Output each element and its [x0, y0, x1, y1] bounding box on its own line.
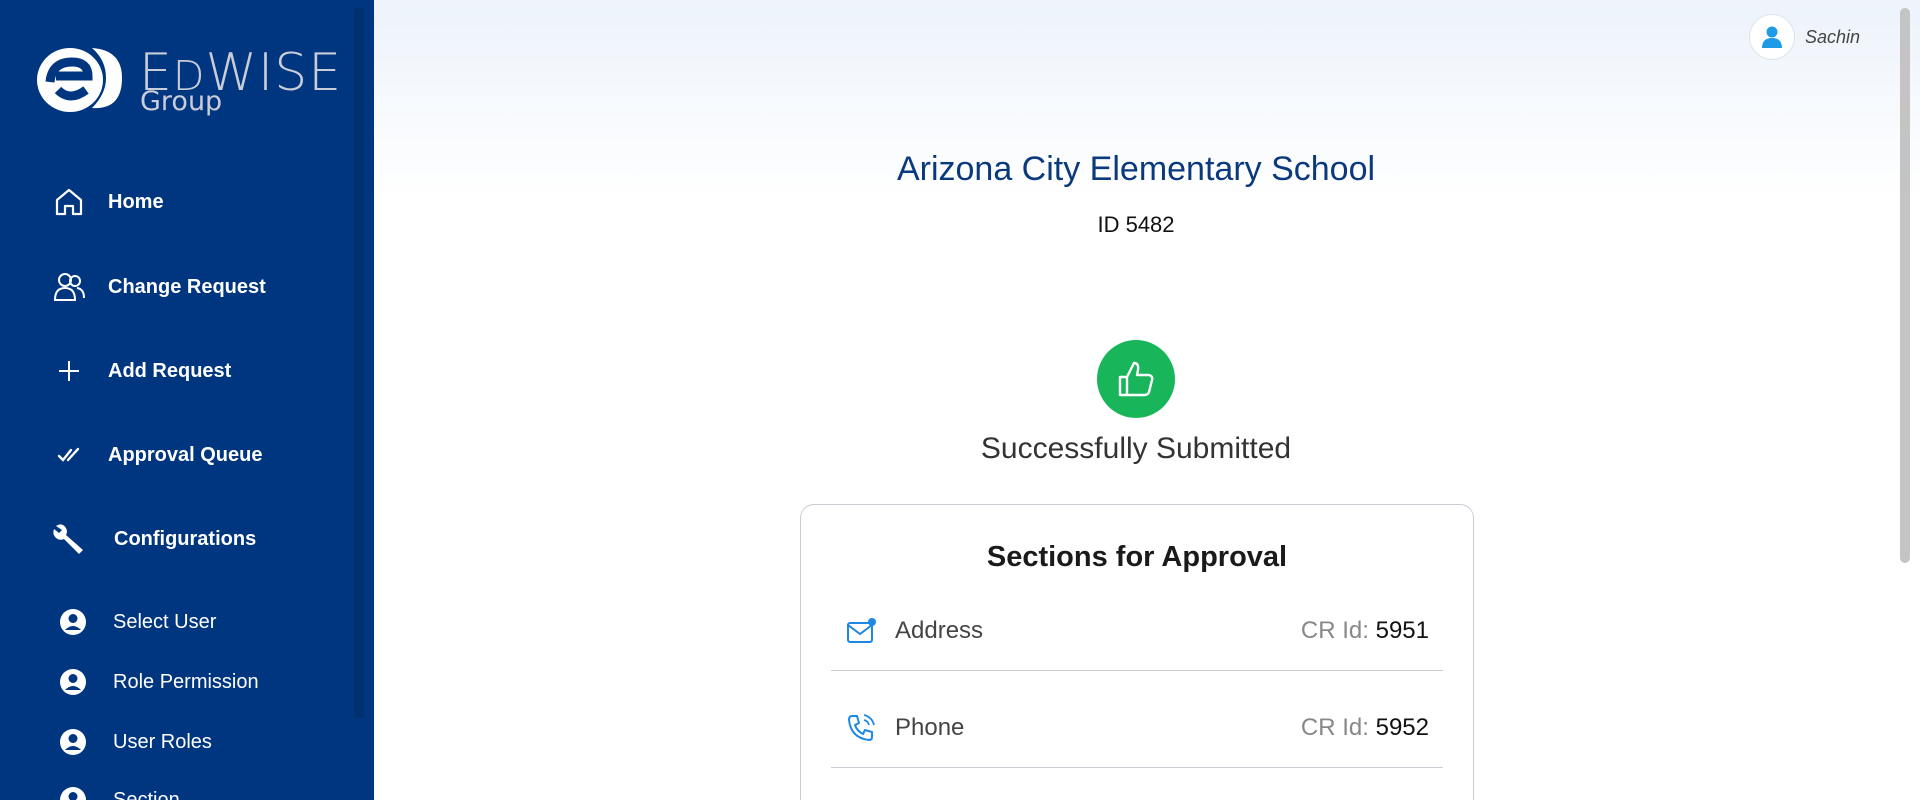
- sidebar-item-label: Change Request: [108, 275, 266, 298]
- sidebar-subitem-section[interactable]: Section: [58, 785, 180, 800]
- sidebar-item-approval-queue[interactable]: Approval Queue: [50, 436, 262, 474]
- user-menu[interactable]: Sachin: [1749, 14, 1860, 60]
- user-name: Sachin: [1805, 26, 1861, 47]
- double-check-icon: [50, 436, 88, 474]
- section-label: Phone: [895, 714, 965, 741]
- divider: [831, 670, 1443, 671]
- account-circle-icon: [58, 785, 88, 800]
- wrench-icon: [50, 520, 88, 558]
- sidebar-scrollbar[interactable]: [354, 8, 364, 718]
- mail-icon: [845, 615, 877, 647]
- brand-group-label: Group: [140, 86, 223, 117]
- sidebar-subitem-select-user[interactable]: Select User: [58, 607, 216, 637]
- account-circle-icon: [58, 667, 88, 697]
- sidebar-item-label: Role Permission: [113, 670, 259, 693]
- sidebar-item-label: Home: [108, 190, 164, 213]
- sidebar-item-label: Approval Queue: [108, 443, 263, 466]
- sidebar-item-home[interactable]: Home: [50, 183, 164, 221]
- sections-for-approval-card: Sections for Approval Address CR Id: 595…: [800, 504, 1474, 800]
- school-id: ID 5482: [1097, 212, 1175, 237]
- list-item: Address CR Id: 5951: [831, 615, 1443, 711]
- users-icon: [50, 268, 88, 306]
- person-icon: [1762, 26, 1782, 48]
- sidebar: EDWISE Group Home Change Request Add Req…: [0, 0, 374, 800]
- section-label: Address: [895, 617, 984, 644]
- cr-id: CR Id: 5952: [1300, 714, 1429, 741]
- sidebar-item-add-request[interactable]: Add Request: [50, 352, 231, 390]
- sidebar-item-change-request[interactable]: Change Request: [50, 268, 266, 306]
- divider: [831, 767, 1443, 768]
- cr-id: CR Id: 5951: [1300, 617, 1429, 644]
- sidebar-item-label: User Roles: [113, 730, 212, 753]
- sidebar-subitem-user-roles[interactable]: User Roles: [58, 727, 212, 757]
- sidebar-item-label: Add Request: [108, 359, 232, 382]
- main-scrollbar[interactable]: [1900, 8, 1910, 563]
- sidebar-subitem-role-permission[interactable]: Role Permission: [58, 667, 259, 697]
- thumbs-up-icon: [1097, 340, 1175, 418]
- edwise-logo-mark: [37, 48, 122, 112]
- avatar[interactable]: [1749, 14, 1795, 60]
- success-message: Successfully Submitted: [980, 432, 1292, 465]
- sidebar-item-label: Section: [113, 788, 180, 800]
- plus-icon: [50, 352, 88, 390]
- card-title: Sections for Approval: [986, 541, 1288, 573]
- sidebar-item-label: Select User: [113, 610, 217, 633]
- main-content: Sachin Arizona City Elementary School ID…: [374, 0, 1920, 800]
- home-icon: [50, 183, 88, 221]
- edwise-logo[interactable]: EDWISE Group: [36, 38, 341, 118]
- sidebar-item-label: Configurations: [114, 527, 257, 550]
- sidebar-item-configurations[interactable]: Configurations: [50, 520, 256, 558]
- phone-icon: [845, 712, 877, 744]
- list-item: Phone CR Id: 5952: [831, 712, 1443, 800]
- page-title: Arizona City Elementary School: [896, 150, 1376, 188]
- account-circle-icon: [58, 727, 88, 757]
- account-circle-icon: [58, 607, 88, 637]
